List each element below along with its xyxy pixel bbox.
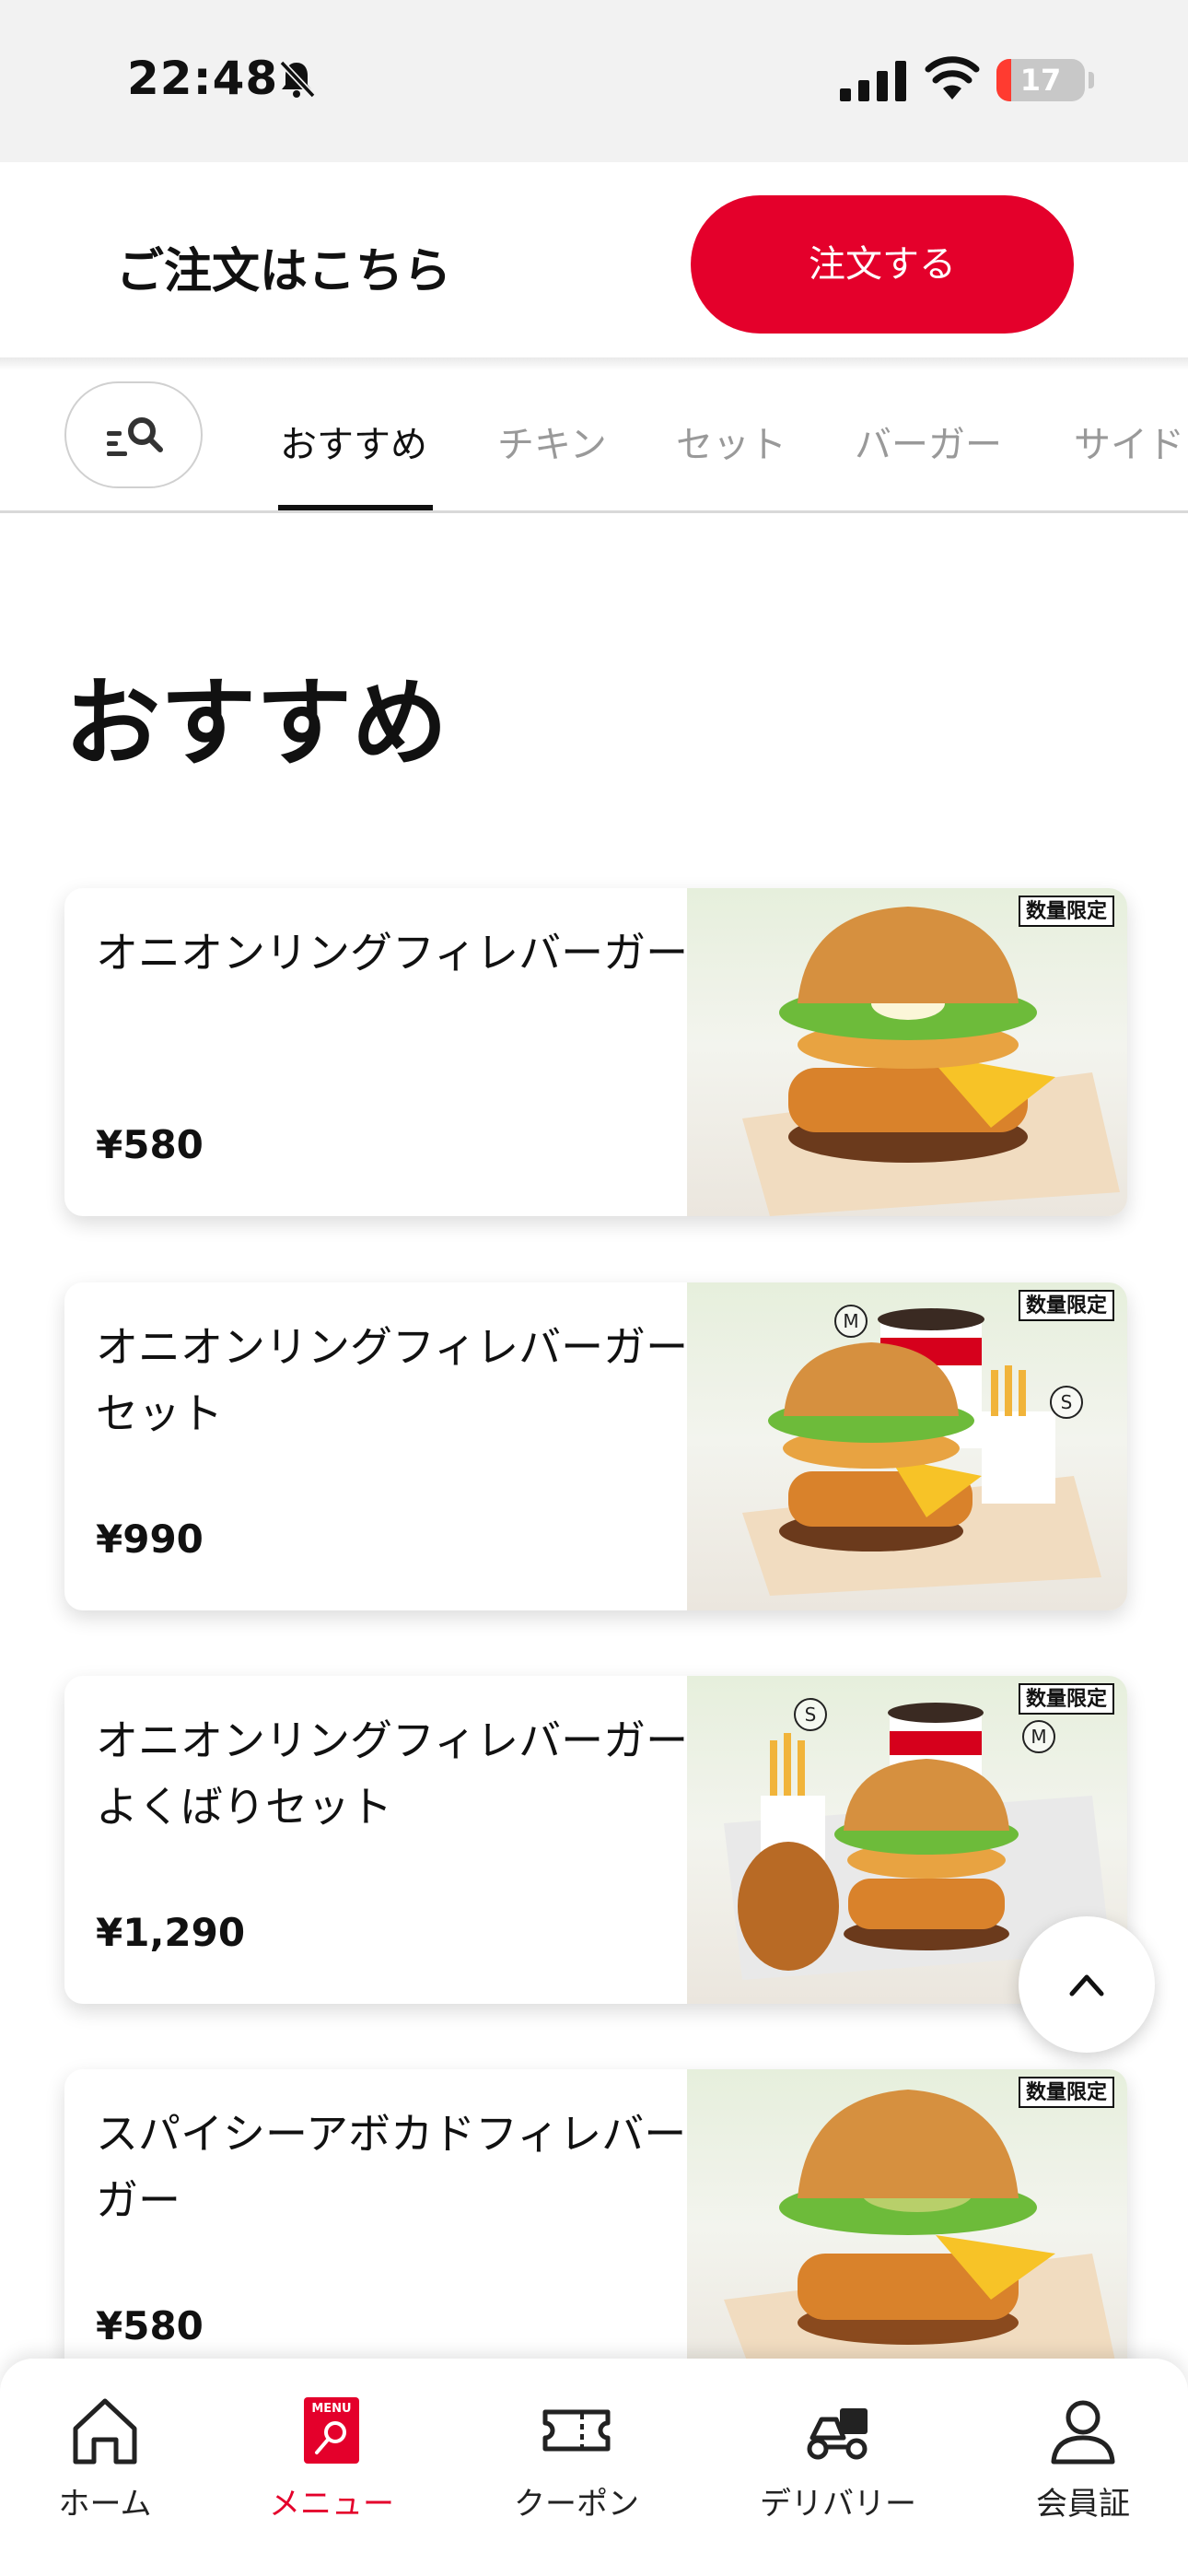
nav-member[interactable]: 会員証 [991,2392,1175,2523]
size-badge-m: M [1022,1720,1055,1753]
limited-quantity-badge: 数量限定 [1018,2077,1114,2108]
signal-icon [840,61,906,101]
burger-set-illustration [742,1308,1101,1596]
menu-item-price: ¥580 [96,1122,204,1167]
coupon-icon [542,2409,611,2452]
avocado-burger-photo: 数量限定 [687,2069,1127,2397]
size-badge-m: M [834,1305,868,1338]
limited-quantity-badge: 数量限定 [1018,896,1114,927]
size-badge-s: S [1050,1386,1083,1419]
tabs-divider [0,510,1188,513]
home-icon [73,2398,137,2465]
status-bar: 22:48 17 [0,0,1188,162]
order-banner-title: ご注文はこちら [116,244,452,299]
limited-quantity-badge: 数量限定 [1018,1683,1114,1715]
battery-nub [1089,72,1094,88]
battery-level-text: 17 [1019,63,1062,98]
order-button[interactable]: 注文する [691,195,1074,334]
chevron-up-icon [1069,1974,1104,1996]
limited-quantity-badge: 数量限定 [1018,1290,1114,1321]
menu-icon-text: MENU [311,2402,351,2416]
banner-shadow [0,357,1188,370]
wifi-icon [925,56,980,100]
nav-home[interactable]: ホーム [13,2392,197,2523]
nav-coupon[interactable]: クーポン [484,2392,669,2523]
nav-delivery[interactable]: デリバリー [746,2392,930,2523]
nav-home-label: ホーム [58,2486,152,2523]
menu-item-name: オニオンリングフィレバーガーよくばりセット [96,1715,689,1832]
menu-item-card[interactable]: オニオンリングフィレバーガーよくばりセット ¥1,290 数量限定 S M [64,1676,1127,2004]
scroll-to-top-button[interactable] [1019,1916,1155,2053]
menu-item-price: ¥990 [96,1516,204,1562]
tab-side[interactable]: サイド [1074,415,1184,468]
burger-illustration [742,907,1120,1216]
tab-burger[interactable]: バーガー [855,415,1002,468]
member-icon [1051,2400,1115,2465]
menu-item-name: オニオンリングフィレバーガー [96,928,689,978]
burger-photo: 数量限定 [687,888,1127,1216]
nav-delivery-label: デリバリー [760,2486,916,2523]
search-list-icon [107,417,163,456]
status-time: 22:48 [127,52,279,105]
menu-item-name: スパイシーアボカドフィレバーガー [96,2109,687,2225]
burger-set-photo: 数量限定 M S [687,1282,1127,1610]
menu-item-card[interactable]: オニオンリングフィレバーガー ¥580 数量限定 [64,888,1127,1216]
tab-set[interactable]: セット [676,415,786,468]
bottom-nav: ホーム MENU メニュー クーポン デリバリー 会員証 [0,2359,1188,2576]
bell-slash-icon [279,60,316,99]
size-badge-s: S [794,1698,827,1731]
order-banner: ご注文はこちら 注文する [0,162,1188,357]
nav-coupon-label: クーポン [514,2486,639,2523]
menu-item-card[interactable]: スパイシーアボカドフィレバーガー ¥580 数量限定 [64,2069,1127,2397]
menu-item-name: オニオンリングフィレバーガーセット [96,1322,689,1438]
section-title: おすすめ [64,667,448,779]
tab-chicken[interactable]: チキン [497,415,607,468]
menu-search-button[interactable] [64,381,203,488]
menu-item-card[interactable]: オニオンリングフィレバーガーセット ¥990 数量限定 M S [64,1282,1127,1610]
battery-icon: 17 [996,59,1085,101]
menu-icon: MENU [304,2397,359,2464]
category-tabs: おすすめ チキン セット バーガー サイド [0,370,1188,512]
nav-member-label: 会員証 [1036,2486,1130,2523]
menu-item-price: ¥580 [96,2303,204,2348]
nav-menu[interactable]: MENU メニュー [239,2392,424,2523]
menu-item-price: ¥1,290 [96,1910,246,1955]
delivery-icon [807,2408,868,2460]
avocado-burger-illustration [724,2090,1120,2397]
tab-recommended[interactable]: おすすめ [280,415,427,468]
nav-menu-label: メニュー [269,2486,394,2523]
